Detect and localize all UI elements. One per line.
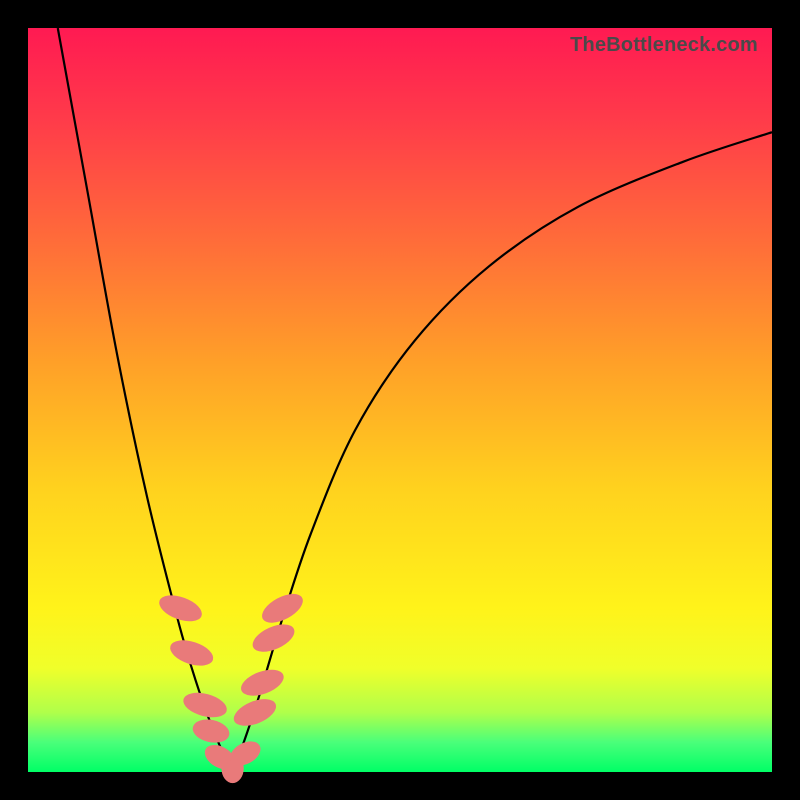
data-bead [249,619,299,658]
data-bead [238,665,288,701]
data-bead [156,590,206,626]
data-bead [230,694,280,731]
bottleneck-curve [28,28,772,772]
plot-area: TheBottleneck.com [28,28,772,772]
data-bead [258,588,308,629]
data-bead [181,688,230,721]
curve-right-curve [233,132,772,772]
data-bead [191,716,232,746]
chart-frame: TheBottleneck.com [0,0,800,800]
